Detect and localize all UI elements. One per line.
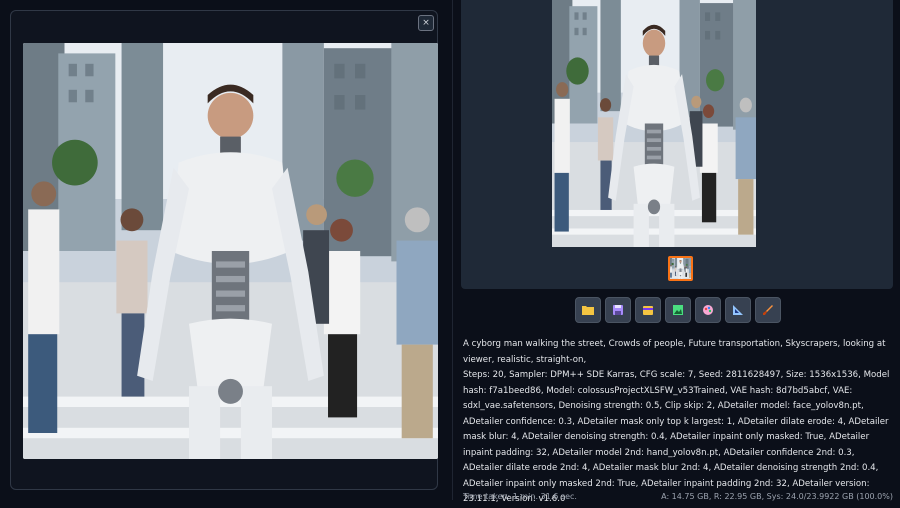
- send-to-extras-button[interactable]: [725, 297, 751, 323]
- thumbnail-image: [670, 258, 691, 279]
- zip-button[interactable]: [635, 297, 661, 323]
- output-gallery: [461, 0, 893, 289]
- parameters-text: Steps: 20, Sampler: DPM++ SDE Karras, CF…: [463, 370, 890, 504]
- image-viewer-panel: ×: [0, 0, 452, 500]
- brush-button[interactable]: [755, 297, 781, 323]
- main-image[interactable]: [23, 43, 438, 459]
- output-panel: A cyborg man walking the street, Crowds …: [453, 0, 900, 504]
- cyborg-image: [23, 43, 438, 459]
- save-icon: [613, 305, 623, 315]
- image-modal: ×: [10, 10, 438, 490]
- img2img-icon: [673, 305, 683, 315]
- folder-icon: [582, 306, 594, 315]
- gallery-preview-image[interactable]: [552, 0, 756, 247]
- extras-icon: [733, 305, 743, 315]
- preview-image: [552, 0, 756, 247]
- zip-icon: [643, 306, 653, 315]
- generation-info: A cyborg man walking the street, Crowds …: [463, 337, 893, 508]
- send-to-img2img-button[interactable]: [665, 297, 691, 323]
- inpaint-icon: [703, 305, 713, 315]
- close-button[interactable]: ×: [418, 15, 434, 31]
- output-toolbar: [575, 297, 781, 323]
- open-folder-button[interactable]: [575, 297, 601, 323]
- brush-icon: [763, 305, 773, 315]
- prompt-text: A cyborg man walking the street, Crowds …: [463, 339, 886, 365]
- send-to-inpaint-button[interactable]: [695, 297, 721, 323]
- gallery-thumbnail[interactable]: [668, 256, 693, 281]
- save-button[interactable]: [605, 297, 631, 323]
